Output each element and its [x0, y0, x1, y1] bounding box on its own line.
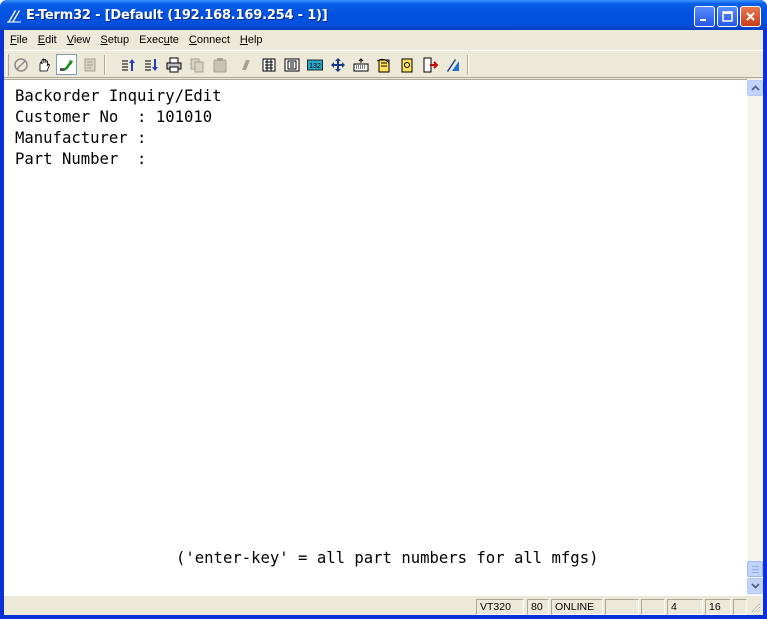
terminal-line-part-number: Part Number : — [15, 150, 147, 168]
maximize-icon — [722, 11, 733, 22]
vertical-scrollbar[interactable] — [747, 79, 763, 595]
status-row: 4 — [667, 599, 703, 615]
macro-icon — [401, 58, 412, 72]
status-blank-3 — [733, 599, 747, 615]
menu-execute[interactable]: Execute — [134, 34, 184, 46]
app-logo-icon — [7, 10, 21, 23]
window-title: E-Term32 - [Default (192.168.169.254 - 1… — [26, 8, 328, 23]
upload-button[interactable] — [117, 54, 138, 75]
stop-button[interactable] — [10, 54, 31, 75]
columns-132-icon: 132 — [306, 59, 323, 70]
exec-script-button[interactable] — [373, 54, 394, 75]
toolbar-grip[interactable] — [6, 54, 9, 76]
status-online: ONLINE — [551, 599, 603, 615]
move-button[interactable] — [327, 54, 348, 75]
screen-button[interactable] — [258, 54, 279, 75]
eraser-icon — [241, 59, 250, 70]
hand-button[interactable] — [33, 54, 54, 75]
resize-grip-icon[interactable] — [749, 601, 761, 613]
exec-script-icon — [376, 58, 389, 72]
keyboard-button[interactable] — [350, 54, 371, 75]
exit-button[interactable] — [419, 54, 440, 75]
eraser-button[interactable] — [234, 54, 255, 75]
menu-help[interactable]: Help — [235, 34, 268, 46]
paste-button[interactable] — [209, 54, 230, 75]
screen-icon — [262, 58, 275, 71]
menu-file[interactable]: File — [5, 34, 33, 46]
title-bar[interactable]: E-Term32 - [Default (192.168.169.254 - 1… — [0, 0, 767, 30]
menu-bar: File Edit View Setup Execute Connect Hel… — [4, 30, 763, 50]
screen-alt-icon — [284, 58, 299, 71]
copy-icon — [190, 58, 203, 72]
stop-icon — [13, 57, 28, 72]
upload-icon — [121, 58, 135, 71]
menu-view[interactable]: View — [62, 34, 96, 46]
logo-icon — [446, 58, 459, 72]
exit-icon — [423, 57, 438, 72]
terminal-screen[interactable]: Backorder Inquiry/Edit Customer No : 101… — [4, 79, 747, 595]
chevron-up-icon — [750, 85, 760, 91]
minimize-icon — [700, 19, 706, 21]
paste-icon — [213, 57, 226, 72]
move-icon — [330, 57, 345, 72]
terminal-line-manufacturer: Manufacturer : — [15, 129, 147, 147]
status-bar: VT320 80 ONLINE 4 16 — [4, 595, 763, 615]
print-dim-button[interactable] — [79, 54, 100, 75]
hand-icon — [39, 57, 50, 71]
app-window: E-Term32 - [Default (192.168.169.254 - 1… — [0, 0, 767, 619]
download-button[interactable] — [140, 54, 161, 75]
macro-button[interactable] — [396, 54, 417, 75]
menu-edit[interactable]: Edit — [33, 34, 62, 46]
terminal-line-title: Backorder Inquiry/Edit — [15, 87, 222, 105]
status-col: 16 — [705, 599, 731, 615]
svg-text:132: 132 — [309, 63, 321, 70]
logo-button[interactable] — [442, 54, 463, 75]
client-area: File Edit View Setup Execute Connect Hel… — [4, 30, 763, 615]
printer-icon — [166, 57, 181, 72]
connect-button[interactable] — [56, 54, 77, 75]
minimize-button[interactable] — [694, 6, 715, 27]
connect-icon — [59, 59, 73, 71]
status-blank-2 — [641, 599, 665, 615]
print-button[interactable] — [163, 54, 184, 75]
toolbar-separator — [104, 55, 106, 75]
status-emulation: VT320 — [476, 599, 524, 615]
toolbar: 132 — [4, 50, 763, 78]
scroll-up-button[interactable] — [747, 80, 763, 96]
toolbar-separator — [467, 55, 469, 75]
copy-button[interactable] — [186, 54, 207, 75]
status-columns: 80 — [527, 599, 549, 615]
chevron-down-icon — [750, 583, 760, 589]
menu-connect[interactable]: Connect — [184, 34, 235, 46]
scroll-down-button[interactable] — [747, 578, 763, 594]
download-icon — [144, 58, 158, 71]
print-dim-icon — [84, 58, 95, 71]
keyboard-icon — [353, 57, 368, 71]
scroll-thumb[interactable] — [747, 561, 763, 577]
terminal-hint: ('enter-key' = all part numbers for all … — [176, 549, 599, 567]
close-button[interactable] — [740, 6, 761, 27]
menu-setup[interactable]: Setup — [95, 34, 134, 46]
terminal-line-customer: Customer No : 101010 — [15, 108, 213, 126]
maximize-button[interactable] — [717, 6, 738, 27]
close-icon — [746, 12, 755, 21]
status-blank-1 — [605, 599, 639, 615]
screen-alt-button[interactable] — [281, 54, 302, 75]
columns-132-button[interactable]: 132 — [304, 54, 325, 75]
